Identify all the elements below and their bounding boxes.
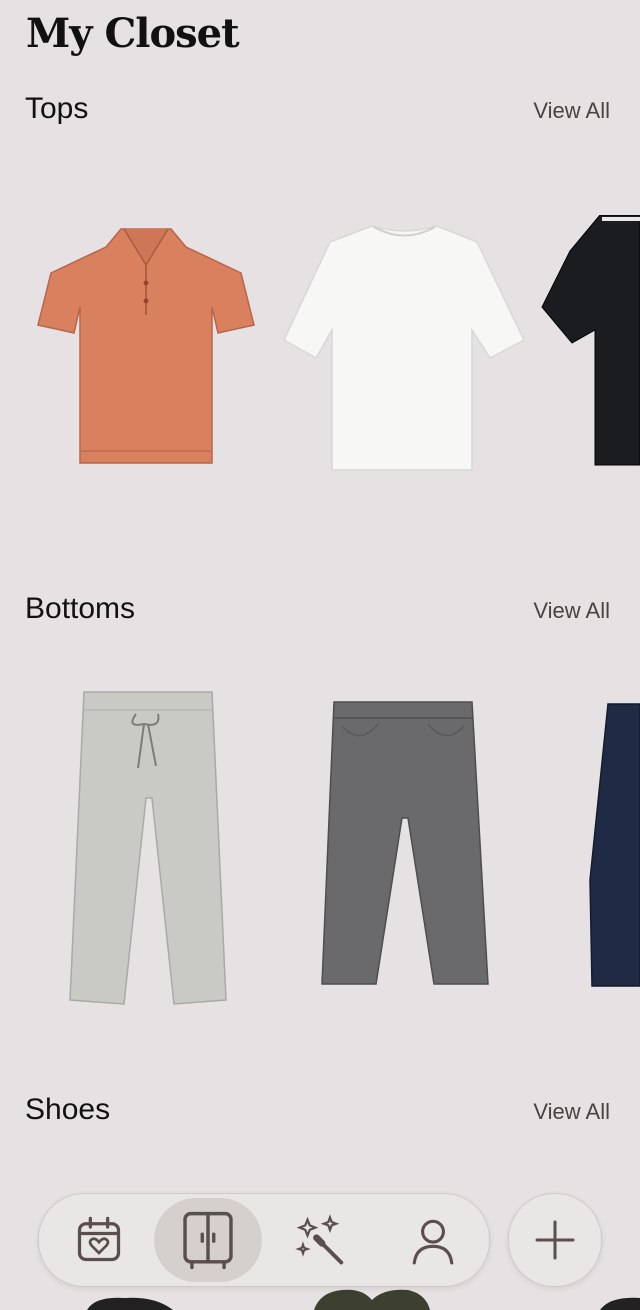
section-title-tops: Tops (25, 92, 89, 125)
shoes-row (0, 1286, 640, 1310)
view-all-tops-link[interactable]: View All (533, 98, 610, 124)
section-title-bottoms: Bottoms (25, 592, 136, 625)
nav-closet-button[interactable] (154, 1198, 262, 1282)
nav-calendar-button[interactable] (45, 1198, 153, 1282)
bottom-item-jeans-grey[interactable] (320, 698, 492, 988)
nav-profile-button[interactable] (379, 1198, 487, 1282)
shoe-item-olive[interactable] (312, 1286, 432, 1310)
add-item-button[interactable] (508, 1193, 602, 1287)
tops-row (0, 210, 640, 480)
bottom-nav-bar (38, 1193, 490, 1287)
page-title: My Closet (26, 10, 240, 57)
plus-icon (535, 1220, 575, 1260)
view-all-shoes-link[interactable]: View All (533, 1099, 610, 1125)
section-header-bottoms: Bottoms View All (0, 592, 640, 632)
bottom-item-chinos-navy[interactable] (586, 700, 640, 990)
magic-wand-icon (295, 1214, 344, 1265)
top-item-polo-orange[interactable] (36, 225, 256, 470)
section-header-shoes: Shoes View All (0, 1093, 640, 1133)
calendar-heart-icon (77, 1216, 121, 1262)
shoe-item-black[interactable] (85, 1294, 175, 1310)
bottoms-row (0, 680, 640, 1010)
view-all-bottoms-link[interactable]: View All (533, 598, 610, 624)
user-icon (412, 1219, 454, 1265)
top-item-knit-black[interactable] (540, 215, 640, 470)
wardrobe-icon (183, 1211, 233, 1270)
section-title-shoes: Shoes (25, 1093, 111, 1126)
shoe-item-dark[interactable] (598, 1294, 640, 1310)
section-header-tops: Tops View All (0, 92, 640, 132)
bottom-item-trousers-grey[interactable] (66, 688, 231, 1006)
nav-magic-button[interactable] (267, 1198, 375, 1282)
top-item-tshirt-white[interactable] (282, 222, 527, 472)
